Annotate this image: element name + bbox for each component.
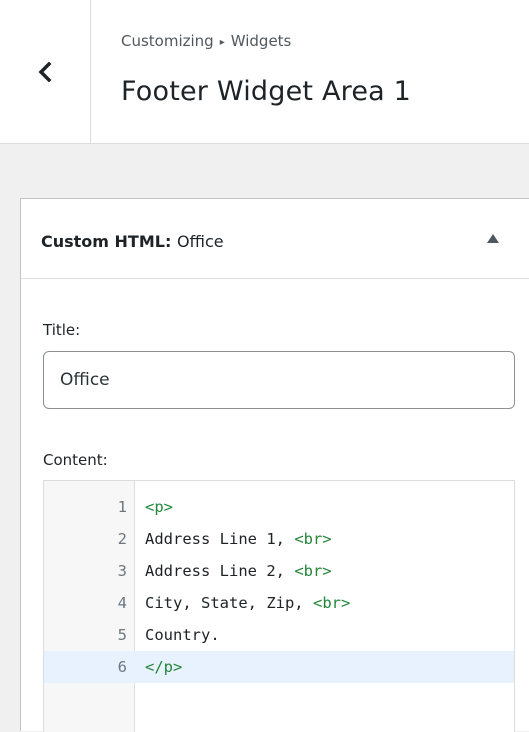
breadcrumb-current: Widgets (230, 32, 292, 50)
code-tag: <br> (294, 562, 332, 580)
code-plain-text: Country. (145, 626, 220, 644)
code-text: </p> (145, 651, 182, 683)
chevron-left-icon (37, 61, 53, 82)
code-text: Address Line 1, <br> (145, 523, 332, 555)
code-line[interactable]: 2 Address Line 1, <br> (44, 523, 514, 555)
title-label: Title: (43, 321, 81, 339)
code-editor[interactable]: 1 <p> 2 Address Line 1, <br> 3 Address Line 2… (43, 480, 515, 732)
code-tag: <br> (312, 594, 351, 612)
code-line[interactable]: 4 City, State, Zip, <br> (44, 587, 514, 619)
code-plain-text: City, State, Zip, (145, 594, 313, 612)
line-number: 2 (117, 530, 127, 548)
line-number: 6 (44, 651, 127, 683)
breadcrumb: Customizing ▸ Widgets (121, 32, 291, 50)
code-text: Country. (145, 619, 220, 651)
page-title: Footer Widget Area 1 (121, 76, 412, 107)
line-number: 1 (117, 498, 127, 516)
code-text: City, State, Zip, <br> (145, 587, 350, 619)
content-label: Content: (43, 451, 108, 469)
code-line[interactable]: 1 <p> (44, 491, 514, 523)
code-text: Address Line 2, <br> (145, 555, 332, 587)
widget-type-label: Custom HTML: (41, 232, 172, 251)
triangle-up-icon[interactable] (487, 234, 499, 243)
back-button[interactable] (0, 0, 91, 143)
custom-html-widget: Custom HTML: Office Title: Content: 1 <p>… (20, 198, 529, 732)
title-input[interactable] (43, 351, 515, 409)
code-text: <p> (145, 491, 173, 523)
customizer-header: Customizing ▸ Widgets Footer Widget Area 1 (0, 0, 529, 144)
line-number: 4 (117, 594, 127, 612)
code-line[interactable]: 5 Country. (44, 619, 514, 651)
breadcrumb-root: Customizing (121, 32, 214, 50)
widget-header[interactable]: Custom HTML: Office (21, 199, 529, 279)
code-plain-text: Address Line 1, (145, 530, 295, 548)
widget-instance-name: Office (176, 232, 224, 251)
line-number: 5 (117, 626, 127, 644)
code-line[interactable]: 6 </p> (44, 651, 514, 683)
widget-title: Custom HTML: Office (41, 232, 224, 251)
code-line[interactable]: 3 Address Line 2, <br> (44, 555, 514, 587)
code-plain-text: Address Line 2, (145, 562, 295, 580)
line-number: 3 (117, 562, 127, 580)
code-tag: </p> (145, 658, 183, 676)
code-tag: <br> (294, 530, 332, 548)
code-tag: <p> (145, 498, 173, 516)
breadcrumb-separator: ▸ (219, 37, 225, 48)
